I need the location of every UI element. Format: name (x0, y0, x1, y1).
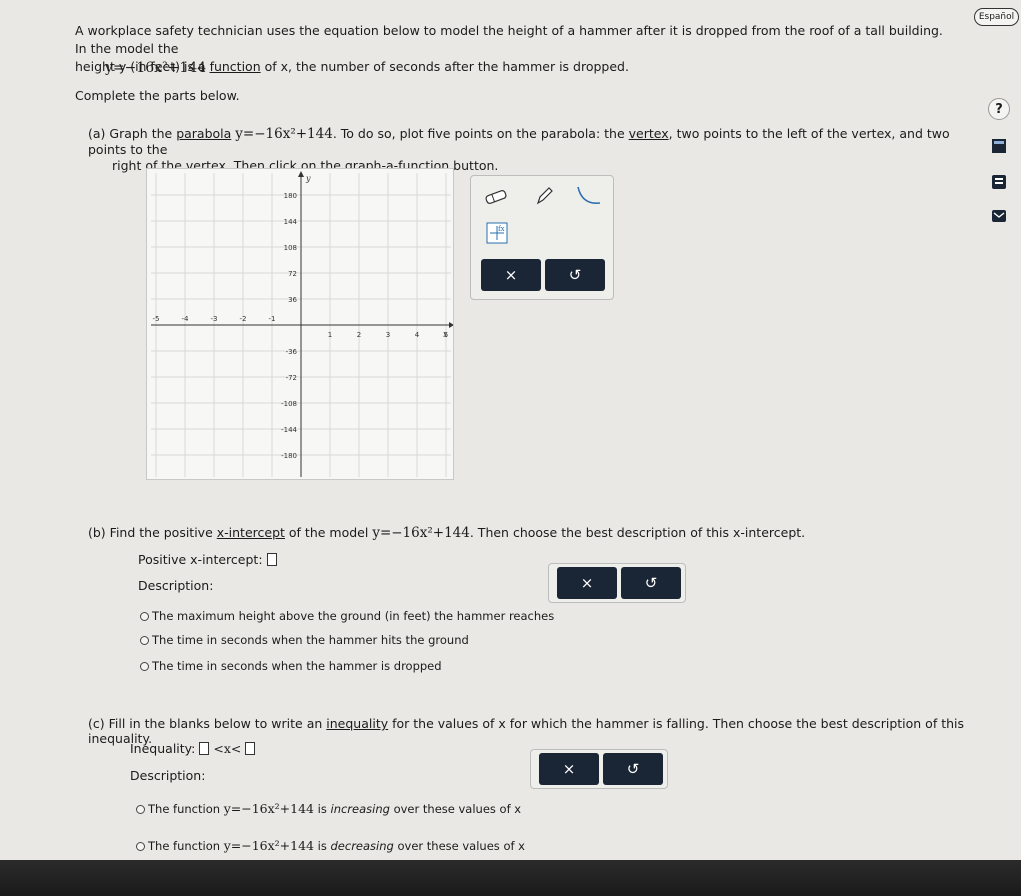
part-a-equation: y=−16x²+144 (235, 126, 333, 142)
part-c-option-2[interactable]: The function y=−16x²+144 is decreasing o… (136, 838, 525, 853)
x-tick-label: 3 (386, 331, 390, 339)
eraser-tool[interactable] (481, 182, 511, 212)
parabola-link[interactable]: parabola (176, 126, 231, 141)
y-tick-label: 72 (288, 270, 297, 278)
x-tick-label: -2 (240, 315, 247, 323)
graph-canvas[interactable]: -5 -4 -3 -2 -11 2 3 4 51801441087236-36-72-108-1… (146, 168, 454, 480)
part-b-undo-button[interactable]: ↺ (621, 567, 681, 599)
x-tick-label: 1 (328, 331, 332, 339)
x-axis-label: x (443, 330, 448, 339)
y-tick-label: -36 (286, 348, 298, 356)
parabola-tool-icon (577, 186, 601, 204)
part-b-option-2[interactable]: The time in seconds when the hammer hits… (140, 633, 469, 647)
function-link[interactable]: function (210, 59, 261, 74)
y-tick-label: 108 (284, 244, 297, 252)
x-tick-label: -3 (211, 315, 218, 323)
instructions: Complete the parts below. (75, 88, 240, 103)
vertex-link[interactable]: vertex (629, 126, 669, 141)
notes-icon[interactable] (989, 172, 1009, 192)
calculator-icon[interactable] (989, 136, 1009, 156)
part-b-equation: y=−16x²+144 (372, 525, 470, 541)
intro-line-1: A workplace safety technician uses the e… (75, 23, 943, 56)
inequality-link[interactable]: inequality (326, 716, 388, 731)
espanol-label: Español (978, 12, 1015, 22)
graph-toolbox: fx × ↺ (470, 175, 614, 300)
part-b-answer-controls: × ↺ (548, 563, 686, 603)
y-tick-label: -180 (281, 452, 297, 460)
inequality-row: Inequality: <x< (130, 741, 256, 756)
graph-clear-button[interactable]: × (481, 259, 541, 291)
espanol-button[interactable]: Español (974, 8, 1019, 26)
part-c-description-label: Description: (130, 768, 206, 783)
x-axis-arrow (449, 322, 454, 328)
bottom-bar (0, 860, 1021, 896)
part-a-text: (a) Graph the parabola y=−16x²+144. To d… (88, 126, 968, 174)
part-b-clear-button[interactable]: × (557, 567, 617, 599)
x-tick-label: -5 (153, 315, 160, 323)
y-tick-label: -144 (281, 426, 297, 434)
x-tick-label: -1 (269, 315, 276, 323)
part-b-option-1[interactable]: The maximum height above the ground (in … (140, 609, 554, 623)
main-equation: y=−16x²+144 (105, 60, 207, 76)
radio-option-2[interactable] (140, 636, 149, 645)
coordinate-graph[interactable]: -5 -4 -3 -2 -1 1 2 3 4 5 180 144 108 72 36 -36 -72 -108 -1… (146, 168, 454, 480)
y-axis-label: y (305, 174, 311, 183)
x-tick-label: -4 (182, 315, 190, 323)
graph-undo-button[interactable]: ↺ (545, 259, 605, 291)
y-tick-label: 144 (284, 218, 298, 226)
parabola-tool[interactable] (571, 181, 605, 211)
intro-line-2: height y (in feet) is a function of x, t… (75, 59, 629, 74)
problem-intro: A workplace safety technician uses the e… (75, 22, 955, 76)
inequality-upper-input[interactable] (245, 742, 256, 755)
mail-icon[interactable] (989, 206, 1009, 226)
radio-option-3[interactable] (140, 662, 149, 671)
y-tick-label: -108 (281, 400, 297, 408)
part-c-answer-controls: × ↺ (530, 749, 668, 789)
y-tick-label: 180 (284, 192, 297, 200)
pencil-tool[interactable] (529, 181, 559, 211)
part-b-description-label: Description: (138, 578, 214, 593)
y-tick-label: -72 (286, 374, 297, 382)
part-c-undo-button[interactable]: ↺ (603, 753, 663, 785)
x-intercept-input[interactable] (266, 553, 277, 566)
part-b-option-3[interactable]: The time in seconds when the hammer is d… (140, 659, 442, 673)
positive-x-intercept-row: Positive x-intercept: (138, 552, 277, 567)
part-c-option-1[interactable]: The function y=−16x²+144 is increasing o… (136, 801, 521, 816)
inequality-lower-input[interactable] (199, 742, 210, 755)
eraser-icon (485, 190, 507, 204)
part-c-clear-button[interactable]: × (539, 753, 599, 785)
radio-increasing[interactable] (136, 805, 145, 814)
y-axis-arrow (298, 171, 304, 177)
graph-function-icon: fx (486, 222, 508, 244)
y-tick-label: 36 (288, 296, 297, 304)
pencil-icon (536, 187, 553, 205)
radio-option-1[interactable] (140, 612, 149, 621)
radio-decreasing[interactable] (136, 842, 145, 851)
svg-text:fx: fx (498, 225, 505, 233)
x-intercept-link[interactable]: x-intercept (217, 525, 285, 540)
graph-function-button[interactable]: fx (485, 221, 509, 245)
part-b-text: (b) Find the positive x-intercept of the… (88, 525, 806, 541)
x-tick-label: 4 (415, 331, 420, 339)
help-icon[interactable]: ? (988, 98, 1010, 120)
x-tick-label: 2 (357, 331, 361, 339)
